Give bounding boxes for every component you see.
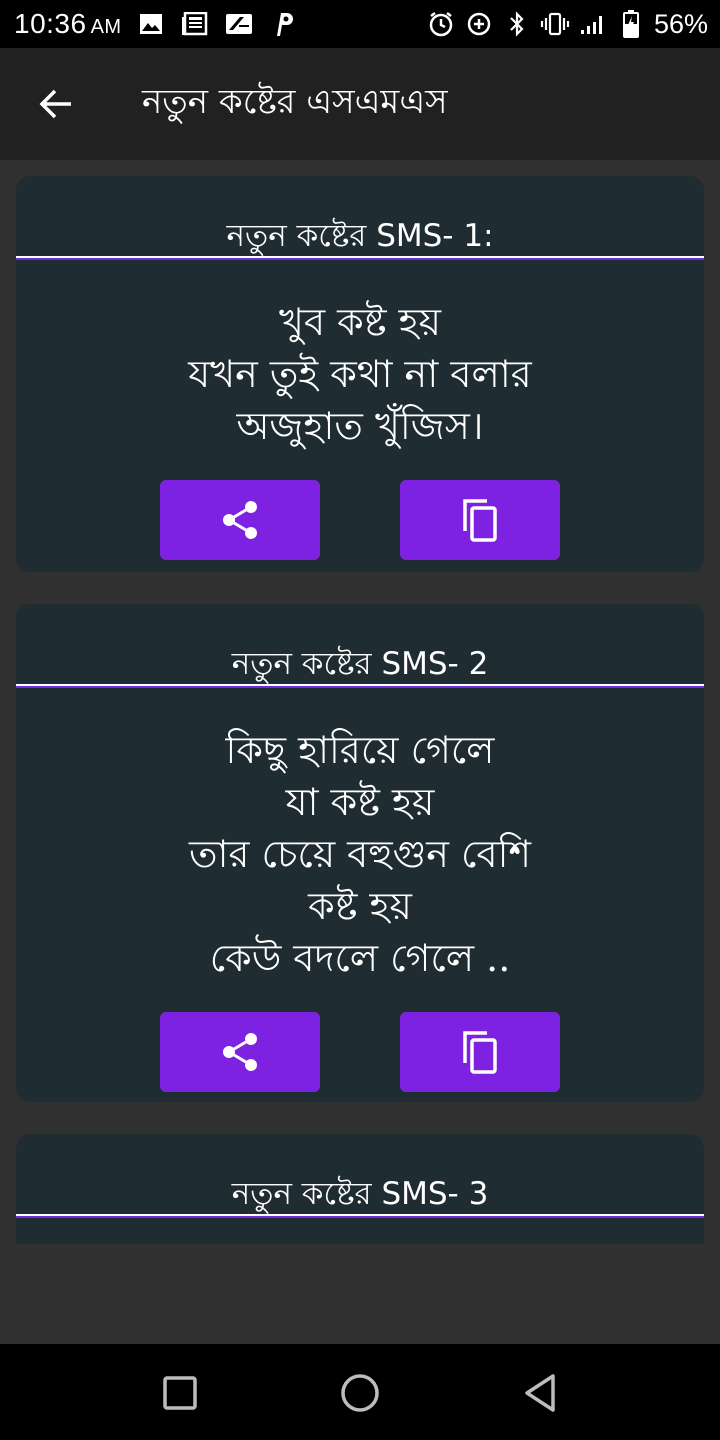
copy-button[interactable] (400, 1012, 560, 1092)
back-arrow-icon (39, 89, 71, 119)
back-button[interactable] (26, 74, 86, 134)
share-icon (223, 501, 257, 539)
sms-line: কষ্ট হয় (308, 884, 412, 928)
news-icon (180, 9, 210, 39)
card-actions (16, 480, 704, 560)
share-button[interactable] (160, 1012, 320, 1092)
sms-text: খুব কষ্ট হয় যখন তুই কথা না বলার অজুহাত … (16, 260, 704, 452)
status-left: 10:36 AM (14, 8, 298, 40)
sms-list[interactable]: নতুন কষ্টের SMS- 1: খুব কষ্ট হয় যখন তুই… (0, 160, 720, 1244)
sms-line: যা কষ্ট হয় (285, 780, 435, 824)
alarm-icon (426, 9, 456, 39)
system-nav-bar (0, 1344, 720, 1440)
bluetooth-icon (502, 9, 532, 39)
home-button[interactable] (335, 1368, 385, 1418)
sms-text: কিছু হারিয়ে গেলে যা কষ্ট হয় তার চেয়ে … (16, 688, 704, 984)
sms-card: নতুন কষ্টের SMS- 1: খুব কষ্ট হয় যখন তুই… (16, 176, 704, 572)
recents-button[interactable] (155, 1368, 205, 1418)
copy-icon (463, 499, 497, 542)
pay-icon (268, 9, 298, 39)
gallery-icon (136, 9, 166, 39)
time-ampm: AM (90, 16, 122, 38)
circle-icon (341, 1374, 379, 1412)
card-title: নতুন কষ্টের SMS- 2 (231, 646, 489, 682)
page-title: নতুন কষ্টের এসএমএস (142, 81, 448, 122)
sms-card: নতুন কষ্টের SMS- 3 (16, 1134, 704, 1244)
card-actions (16, 1012, 704, 1092)
data-saver-icon (464, 9, 494, 39)
sms-line: যখন তুই কথা না বলার (188, 352, 532, 396)
sms-card: নতুন কষ্টের SMS- 2 কিছু হারিয়ে গেলে যা … (16, 604, 704, 1102)
status-right: 56% (426, 9, 708, 40)
battery-icon (616, 9, 646, 39)
card-title: নতুন কষ্টের SMS- 1: (226, 218, 494, 254)
triangle-back-icon (525, 1374, 555, 1412)
battery-percent: 56% (653, 8, 708, 39)
app-bar: নতুন কষ্টের এসএমএস (0, 48, 720, 160)
time-value: 10:36 (14, 8, 87, 39)
status-bar: 10:36 AM 56% (0, 0, 720, 48)
card-title: নতুন কষ্টের SMS- 3 (231, 1176, 489, 1212)
square-icon (163, 1376, 197, 1410)
sms-line: কিছু হারিয়ে গেলে (225, 728, 495, 772)
signal-icon (578, 9, 608, 39)
document-icon (224, 9, 254, 39)
copy-icon (463, 1031, 497, 1074)
sms-line: খুব কষ্ট হয় (279, 300, 441, 344)
status-time: 10:36 AM (14, 8, 122, 40)
sms-line: কেউ বদলে গেলে .. (209, 936, 511, 980)
share-icon (223, 1033, 257, 1071)
share-button[interactable] (160, 480, 320, 560)
nav-back-button[interactable] (515, 1368, 565, 1418)
sms-line: তার চেয়ে বহুগুন বেশি (189, 832, 531, 876)
copy-button[interactable] (400, 480, 560, 560)
vibrate-icon (540, 9, 570, 39)
sms-line: অজুহাত খুঁজিস। (236, 404, 484, 448)
